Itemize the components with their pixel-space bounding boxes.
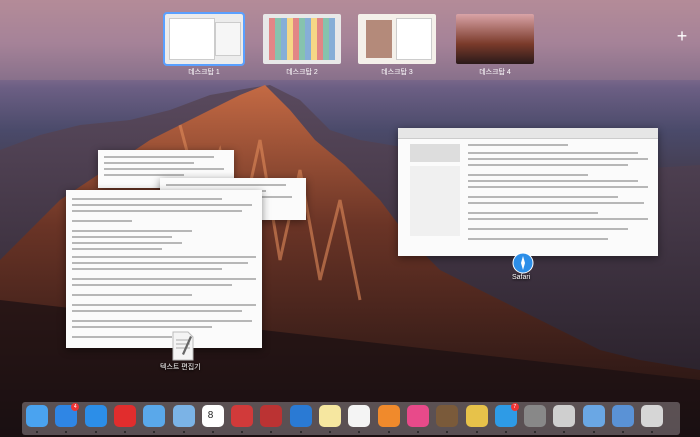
running-indicator <box>622 431 624 433</box>
dock-badge: 7 <box>510 403 519 411</box>
space-thumbnail-2[interactable] <box>263 14 341 64</box>
safari-toolbar <box>398 128 658 139</box>
space-thumbnail-3[interactable] <box>358 14 436 64</box>
folder2-icon[interactable] <box>612 405 634 427</box>
calendar-day: 8 <box>207 410 214 421</box>
space-thumbnail-1[interactable] <box>163 12 245 66</box>
reeder-icon[interactable] <box>231 405 254 427</box>
running-indicator <box>592 431 595 433</box>
running-indicator <box>475 431 478 433</box>
safari-thumbnail-list <box>410 166 460 236</box>
finder-icon[interactable] <box>26 405 48 427</box>
running-indicator <box>36 431 38 433</box>
safari-icon <box>512 252 534 274</box>
safari-app-label: Safari <box>512 274 531 281</box>
safari-icon[interactable] <box>84 405 107 427</box>
running-indicator <box>211 431 214 433</box>
textedit-window-front[interactable] <box>66 190 262 348</box>
music-icon[interactable] <box>406 405 429 427</box>
pages-icon[interactable] <box>377 405 400 427</box>
add-space-button[interactable]: + <box>674 27 690 45</box>
running-indicator <box>182 431 185 433</box>
trash-icon[interactable] <box>641 405 664 427</box>
running-indicator <box>94 431 97 433</box>
safari-nav-panel <box>410 144 460 162</box>
system-prefs-icon[interactable] <box>524 405 547 427</box>
space-label-4[interactable]: 데스크탑 4 <box>450 67 540 77</box>
photos-icon[interactable] <box>465 405 488 427</box>
opera-icon[interactable] <box>113 405 136 427</box>
textedit-icon <box>172 331 194 361</box>
running-indicator <box>387 431 390 433</box>
mission-control-spaces-bar <box>0 0 700 80</box>
launchpad-icon[interactable] <box>436 405 459 427</box>
space-label-2[interactable]: 데스크탑 2 <box>257 67 347 77</box>
reeder2-icon[interactable] <box>260 405 283 427</box>
space-thumbnail-4[interactable] <box>456 14 534 64</box>
mail-icon[interactable] <box>143 405 166 427</box>
space-label-3[interactable]: 데스크탑 3 <box>352 67 442 77</box>
running-indicator <box>416 431 419 433</box>
folder-icon[interactable] <box>582 405 605 427</box>
notes-icon[interactable] <box>319 405 341 427</box>
space-label-1[interactable]: 데스크탑 1 <box>159 67 249 77</box>
preview-icon[interactable] <box>172 405 195 427</box>
textedit-app-label: 텍스트 편집기 <box>160 364 201 371</box>
running-indicator <box>504 431 507 433</box>
cloud-icon[interactable] <box>289 405 312 427</box>
preview2-icon[interactable] <box>553 405 576 427</box>
textedit-icon[interactable] <box>348 405 371 427</box>
running-indicator <box>123 431 126 433</box>
running-indicator <box>329 431 331 433</box>
running-indicator <box>299 431 302 433</box>
safari-window[interactable] <box>398 128 658 256</box>
